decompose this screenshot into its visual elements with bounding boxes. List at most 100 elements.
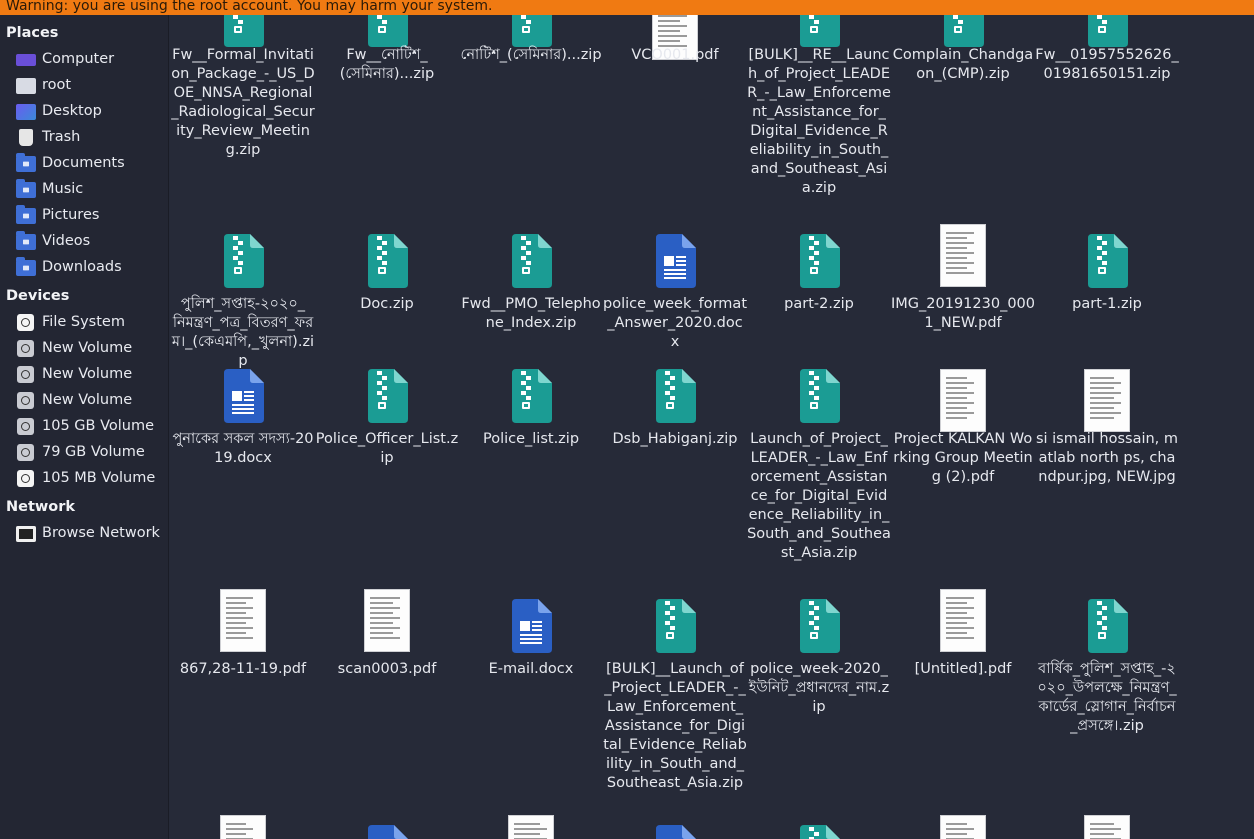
word-document-icon	[654, 234, 696, 288]
zip-archive-icon	[654, 369, 696, 423]
downloads-folder-icon	[16, 257, 36, 276]
sidebar-item-label: Videos	[42, 233, 91, 249]
file-name-label: Dsb_Habiganj.zip	[612, 431, 738, 447]
computer-icon	[16, 54, 36, 66]
file-name-label: part-2.zip	[784, 296, 854, 312]
home-folder-icon	[16, 78, 36, 94]
sidebar-item-volume[interactable]: 105 MB Volume	[0, 466, 168, 492]
sidebar-item-label: Desktop	[42, 103, 102, 119]
places-heading: Places	[6, 25, 59, 41]
sidebar-item-volume[interactable]: File System	[0, 310, 168, 336]
sidebar-item-volume[interactable]: New Volume	[0, 362, 168, 388]
file-name-label: police_week-2020_ইউনিট_প্রধানদের_নাম.zip	[748, 661, 890, 715]
word-document-icon	[510, 599, 552, 653]
sidebar-item-label: 79 GB Volume	[42, 444, 145, 460]
sidebar-item-label: New Volume	[42, 392, 133, 408]
sidebar-item-label: 105 MB Volume	[42, 470, 156, 486]
sidebar-item-browse-network[interactable]: Browse Network	[0, 521, 168, 547]
zip-archive-icon	[798, 234, 840, 288]
word-document-icon	[654, 825, 696, 839]
pdf-thumbnail-icon	[1084, 369, 1130, 432]
sidebar-item-trash[interactable]: Trash	[0, 125, 168, 151]
zip-archive-icon	[798, 599, 840, 653]
file-name-label: পুনাকের সকল সদস্য-2019.docx	[172, 431, 314, 466]
file-name-label: Project KALKAN Working Group Meeting (2)…	[893, 431, 1033, 485]
file-name-label: VCO001.pdf	[631, 47, 719, 63]
sidebar-item-volume[interactable]: New Volume	[0, 388, 168, 414]
file-name-label: police_week_format_Answer_2020.docx	[603, 296, 748, 350]
sidebar-item-label: New Volume	[42, 366, 133, 382]
sidebar-item-desktop[interactable]: Desktop	[0, 99, 168, 125]
sidebar-item-music[interactable]: Music	[0, 177, 168, 203]
drive-icon	[17, 366, 34, 383]
zip-archive-icon	[510, 234, 552, 288]
file-name-label: Police_Officer_List.zip	[315, 431, 459, 466]
file-name-label: Complain_Chandgaon_(CMP).zip	[892, 47, 1034, 82]
file-name-label: E-mail.docx	[488, 661, 574, 677]
sidebar-item-label: Music	[42, 181, 84, 197]
zip-archive-icon	[366, 234, 408, 288]
pdf-thumbnail-icon	[1084, 815, 1130, 839]
file-name-label: Police_list.zip	[482, 431, 580, 447]
file-name-label: Fw__Formal_Invitation_Package_-_US_DOE_N…	[171, 47, 315, 158]
file-name-label: [BULK]__RE__Launch_of_Project_LEADER_-_L…	[747, 47, 891, 196]
pdf-thumbnail-icon	[220, 815, 266, 839]
drive-icon	[17, 392, 34, 409]
videos-folder-icon	[16, 231, 36, 250]
sidebar-item-root[interactable]: root	[0, 73, 168, 99]
sidebar-item-computer[interactable]: Computer	[0, 47, 168, 73]
file-name-label: Fw__01957552626_01981650151.zip	[1035, 47, 1179, 82]
pdf-thumbnail-icon	[940, 369, 986, 432]
pdf-thumbnail-icon	[508, 815, 554, 839]
zip-archive-icon	[798, 825, 840, 839]
zip-archive-icon	[222, 15, 264, 47]
sidebar-item-volume[interactable]: 79 GB Volume	[0, 440, 168, 466]
file-name-label: [Untitled].pdf	[914, 661, 1012, 677]
word-document-icon	[366, 825, 408, 839]
zip-archive-icon	[654, 599, 696, 653]
word-document-icon	[222, 369, 264, 423]
sidebar-item-downloads[interactable]: Downloads	[0, 255, 168, 281]
file-name-label: scan0003.pdf	[337, 661, 437, 677]
file-name-label: si ismail hossain, matlab north ps, chan…	[1035, 431, 1179, 485]
zip-archive-icon	[366, 369, 408, 423]
sidebar-item-label: Pictures	[42, 207, 100, 223]
sidebar-item-documents[interactable]: Documents	[0, 151, 168, 177]
root-warning-banner: Warning: you are using the root account.…	[0, 0, 1254, 15]
zip-archive-icon	[366, 15, 408, 47]
sidebar-item-label: Trash	[42, 129, 81, 145]
drive-icon	[17, 418, 34, 435]
desktop-folder-icon	[16, 104, 36, 120]
zip-archive-icon	[510, 369, 552, 423]
file-name-label: নোটিশ_(সেমিনার)...zip	[460, 47, 602, 63]
file-name-label: Fwd__PMO_Telephone_Index.zip	[461, 296, 601, 331]
network-heading: Network	[6, 499, 76, 515]
file-name-label: Fw__নোটিশ_(সেমিনার)...zip	[339, 47, 435, 82]
sidebar-item-label: New Volume	[42, 340, 133, 356]
zip-archive-icon	[1086, 599, 1128, 653]
zip-archive-icon	[1086, 234, 1128, 288]
drive-icon	[17, 470, 34, 487]
pdf-thumbnail-icon	[364, 589, 410, 652]
zip-archive-icon	[510, 15, 552, 47]
zip-archive-icon	[798, 15, 840, 47]
file-name-label: 867,28-11-19.pdf	[179, 661, 307, 677]
sidebar-item-volume[interactable]: 105 GB Volume	[0, 414, 168, 440]
sidebar-item-pictures[interactable]: Pictures	[0, 203, 168, 229]
zip-archive-icon	[942, 15, 984, 47]
devices-heading: Devices	[6, 288, 70, 304]
pdf-thumbnail-icon	[220, 589, 266, 652]
pdf-thumbnail-icon	[940, 589, 986, 652]
file-name-label: IMG_20191230_0001_NEW.pdf	[891, 296, 1036, 331]
drive-icon	[17, 314, 34, 331]
sidebar-item-volume[interactable]: New Volume	[0, 336, 168, 362]
file-name-label: Launch_of_Project_LEADER_-_Law_Enforceme…	[747, 431, 891, 561]
pdf-thumbnail-icon	[940, 224, 986, 287]
sidebar: Places Computer root Desktop Trash Documents M…	[0, 15, 169, 839]
sidebar-item-label: File System	[42, 314, 125, 330]
sidebar-item-label: root	[42, 77, 72, 93]
sidebar-item-videos[interactable]: Videos	[0, 229, 168, 255]
sidebar-item-label: Downloads	[42, 259, 122, 275]
sidebar-item-label: Documents	[42, 155, 125, 171]
zip-archive-icon	[798, 369, 840, 423]
